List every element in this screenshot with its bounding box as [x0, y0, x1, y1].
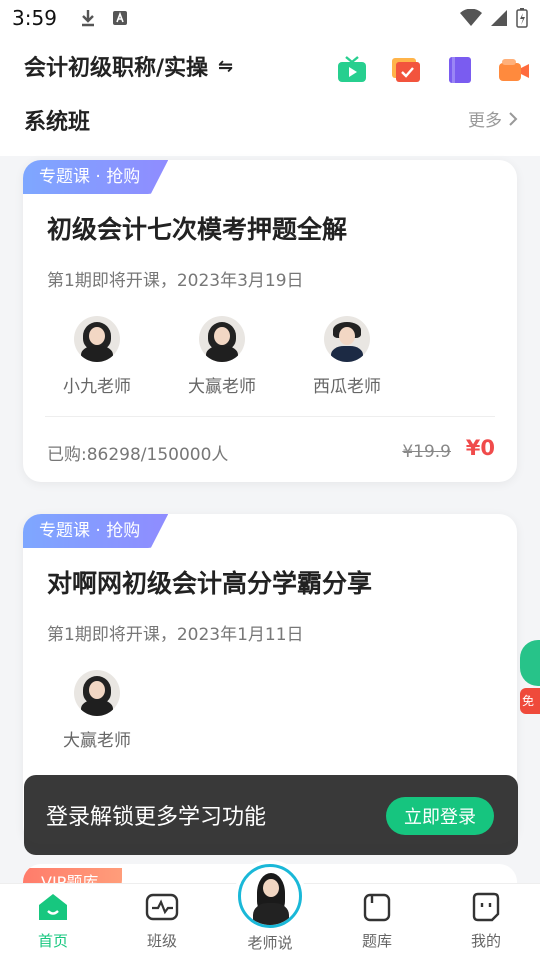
- bottom-nav: 首页 班级 老师说 题库 我的: [0, 864, 540, 960]
- side-float-icon: [520, 640, 540, 686]
- current-price: ¥0: [465, 436, 495, 460]
- video-camera-icon[interactable]: [498, 54, 530, 86]
- original-price: ¥19.9: [402, 442, 451, 462]
- login-button[interactable]: 立即登录: [386, 797, 494, 835]
- nav-class[interactable]: 班级: [127, 892, 197, 951]
- teacher-list: 小九老师 大赢老师 西瓜老师: [57, 316, 387, 397]
- free-badge: 免费: [520, 688, 540, 714]
- home-icon: [39, 894, 67, 920]
- tv-live-icon[interactable]: [336, 54, 368, 86]
- more-link[interactable]: 更多: [468, 106, 518, 131]
- course-tag: 专题课 · 抢购: [23, 514, 169, 548]
- status-icons: [460, 8, 528, 32]
- exam-title: 会计初级职称/实操: [24, 56, 209, 81]
- exam-switcher[interactable]: 会计初级职称/实操 ⇋: [24, 50, 233, 82]
- download-icon: [79, 9, 97, 27]
- status-bar: 3:59: [0, 0, 540, 36]
- teacher-item[interactable]: 大赢老师: [182, 316, 262, 397]
- teacher-avatar: [324, 316, 370, 362]
- course-title: 对啊网初级会计高分学霸分享: [47, 569, 373, 598]
- teacher-item[interactable]: 西瓜老师: [307, 316, 387, 397]
- teacher-name: 大赢老师: [188, 377, 256, 397]
- nav-mine-label: 我的: [470, 932, 501, 950]
- teacher-avatar: [74, 670, 120, 716]
- quick-icons: [336, 54, 530, 86]
- battery-icon: [516, 8, 528, 32]
- teacher-avatar: [199, 316, 245, 362]
- teacher-name: 小九老师: [63, 377, 131, 397]
- nav-home[interactable]: 首页: [18, 892, 88, 951]
- course-tag: 专题课 · 抢购: [23, 160, 169, 194]
- divider: [45, 416, 495, 417]
- nav-teacher-label[interactable]: 老师说: [238, 932, 302, 953]
- course-title: 初级会计七次模考押题全解: [47, 215, 348, 244]
- course-date: 第1期即将开课，2023年1月11日: [47, 625, 304, 645]
- teacher-item[interactable]: 大赢老师: [57, 670, 137, 751]
- chevron-right-icon: [509, 111, 518, 126]
- book-icon: [363, 893, 391, 922]
- notebook-icon[interactable]: [444, 54, 476, 86]
- teacher-avatar: [74, 316, 120, 362]
- switch-icon: ⇋: [218, 55, 234, 77]
- nav-class-label: 班级: [146, 932, 177, 950]
- profile-icon: [472, 892, 500, 922]
- teacher-list: 大赢老师: [57, 670, 137, 751]
- nav-mine[interactable]: 我的: [451, 892, 521, 951]
- nav-bank-label: 题库: [361, 932, 392, 950]
- teacher-talk-avatar[interactable]: [238, 864, 302, 928]
- login-prompt: 登录解锁更多学习功能: [46, 805, 267, 830]
- more-label: 更多: [468, 111, 502, 131]
- course-date: 第1期即将开课，2023年3月19日: [47, 271, 304, 291]
- nav-home-label: 首页: [37, 932, 68, 950]
- course-card[interactable]: 专题课 · 抢购 初级会计七次模考押题全解 第1期即将开课，2023年3月19日…: [23, 160, 517, 482]
- teacher-item[interactable]: 小九老师: [57, 316, 137, 397]
- login-banner: 登录解锁更多学习功能 立即登录: [24, 775, 518, 855]
- checklist-icon[interactable]: [390, 54, 422, 86]
- wifi-icon: [460, 8, 482, 31]
- nav-question-bank[interactable]: 题库: [342, 892, 412, 951]
- pulse-icon: [145, 893, 179, 921]
- app-notification-icon: [111, 9, 129, 27]
- teacher-name: 西瓜老师: [313, 377, 381, 397]
- status-time: 3:59: [12, 6, 57, 30]
- section-title: 系统班: [24, 110, 91, 135]
- signal-icon: [490, 9, 508, 31]
- teacher-name: 大赢老师: [63, 731, 131, 751]
- side-float-widget[interactable]: 免费: [520, 640, 540, 718]
- sold-count: 已购:86298/150000人: [47, 445, 229, 465]
- app-header: 会计初级职称/实操 ⇋ 系统班 更多: [0, 36, 540, 156]
